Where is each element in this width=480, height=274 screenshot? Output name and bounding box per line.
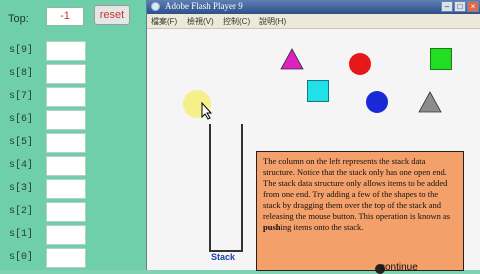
stack-slot-1: s[1] [0,225,146,245]
menu-bar: 檔案(F) 檢視(V) 控制(C) 說明(H) [147,14,480,29]
magenta-triangle-shape[interactable] [280,47,304,71]
flash-player-window: Adobe Flash Player 9 – □ × 檔案(F) 檢視(V) 控… [146,0,480,274]
slot-box [46,202,86,222]
slot-box [46,179,86,199]
green-square-shape[interactable] [430,48,452,70]
blue-circle-shape[interactable] [366,91,388,113]
stack-slot-9: s[9] [0,41,146,61]
slot-box [46,64,86,84]
instruction-text-end: ing items onto the stack. [280,222,364,232]
slot-label: s[3] [9,183,34,194]
slot-label: s[4] [9,160,34,171]
red-circle-shape[interactable] [349,53,371,75]
slot-label: s[9] [9,45,34,56]
slot-label: s[0] [9,252,34,263]
flash-app-icon [151,2,160,11]
menu-view[interactable]: 檢視(V) [187,16,214,27]
slot-box [46,225,86,245]
cyan-square-shape[interactable] [307,80,329,102]
instruction-text: The column on the left represents the st… [263,156,451,221]
menu-help[interactable]: 說明(H) [259,16,286,27]
minimize-icon[interactable]: – [441,1,453,12]
slot-box [46,156,86,176]
stack-label: Stack [211,252,236,262]
slot-label: s[7] [9,91,34,102]
slot-box [46,248,86,268]
slot-label: s[8] [9,68,34,79]
slot-box [46,87,86,107]
top-label: Top: [8,13,29,25]
stack-panel: Top: -1 reset s[9] s[8] s[7] s[6] s[5] s… [0,0,146,270]
stack-slot-5: s[5] [0,133,146,153]
top-value-field: -1 [46,7,84,26]
mouse-cursor-icon [201,102,213,120]
stack-slot-0: s[0] [0,248,146,268]
window-title: Adobe Flash Player 9 [165,1,243,11]
instruction-box: The column on the left represents the st… [256,151,464,271]
menu-control[interactable]: 控制(C) [223,16,250,27]
stack-slot-8: s[8] [0,64,146,84]
push-term: push [263,222,281,232]
stack-slot-3: s[3] [0,179,146,199]
slot-box [46,133,86,153]
stack-slot-7: s[7] [0,87,146,107]
slot-label: s[1] [9,229,34,240]
flash-stage: Stack The column on the left represents … [147,29,480,274]
reset-button[interactable]: reset [94,5,130,25]
stack-container[interactable] [209,124,243,252]
slot-box [46,41,86,61]
slot-box [46,110,86,130]
slot-label: s[5] [9,137,34,148]
stack-slot-2: s[2] [0,202,146,222]
slot-label: s[2] [9,206,34,217]
maximize-icon[interactable]: □ [454,1,466,12]
stack-slot-4: s[4] [0,156,146,176]
title-bar: Adobe Flash Player 9 – □ × [147,0,480,14]
stack-slot-6: s[6] [0,110,146,130]
gray-triangle-shape[interactable] [418,90,442,114]
close-icon[interactable]: × [467,1,479,12]
continue-button[interactable]: continue [380,262,418,273]
slot-label: s[6] [9,114,34,125]
menu-file[interactable]: 檔案(F) [151,16,177,27]
